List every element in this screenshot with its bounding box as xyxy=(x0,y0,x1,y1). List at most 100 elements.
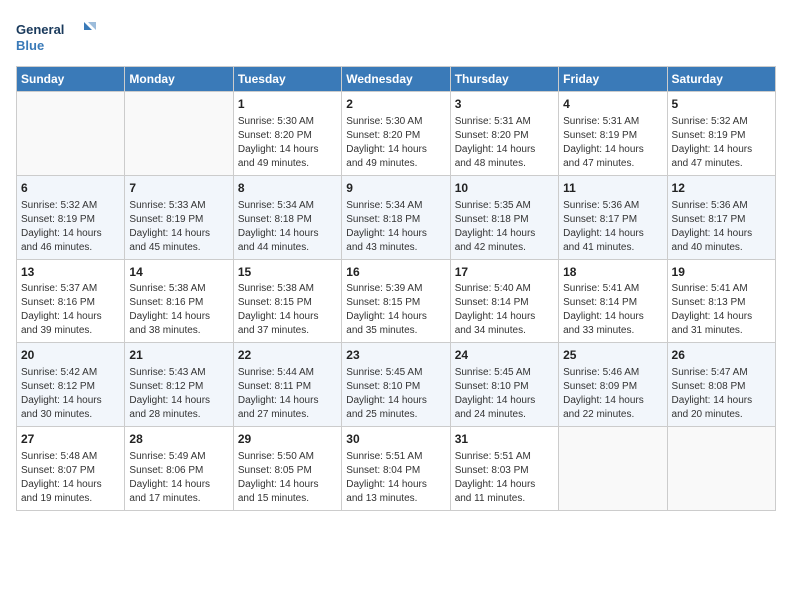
calendar-cell: 24 Sunrise: 5:45 AM Sunset: 8:10 PM Dayli… xyxy=(450,343,558,427)
day-info: Sunrise: 5:51 AM Sunset: 8:04 PM Dayligh… xyxy=(346,450,445,506)
calendar-table: SundayMondayTuesdayWednesdayThursdayFrid… xyxy=(16,66,776,511)
calendar-header-row: SundayMondayTuesdayWednesdayThursdayFrid… xyxy=(17,67,776,92)
day-info: Sunrise: 5:50 AM Sunset: 8:05 PM Dayligh… xyxy=(238,450,337,506)
col-header-sunday: Sunday xyxy=(17,67,125,92)
col-header-wednesday: Wednesday xyxy=(342,67,450,92)
day-number: 8 xyxy=(238,180,337,197)
day-info: Sunrise: 5:33 AM Sunset: 8:19 PM Dayligh… xyxy=(129,199,228,255)
day-number: 17 xyxy=(455,264,554,281)
day-info: Sunrise: 5:31 AM Sunset: 8:20 PM Dayligh… xyxy=(455,115,554,171)
svg-text:Blue: Blue xyxy=(16,38,44,53)
day-number: 31 xyxy=(455,431,554,448)
day-info: Sunrise: 5:45 AM Sunset: 8:10 PM Dayligh… xyxy=(455,366,554,422)
day-number: 28 xyxy=(129,431,228,448)
calendar-cell: 7Sunrise: 5:33 AM Sunset: 8:19 PM Daylig… xyxy=(125,175,233,259)
col-header-tuesday: Tuesday xyxy=(233,67,341,92)
day-info: Sunrise: 5:32 AM Sunset: 8:19 PM Dayligh… xyxy=(21,199,120,255)
calendar-cell: 1 Sunrise: 5:30 AM Sunset: 8:20 PM Daylig… xyxy=(233,92,341,176)
day-info: Sunrise: 5:44 AM Sunset: 8:11 PM Dayligh… xyxy=(238,366,337,422)
calendar-week-row: 6 Sunrise: 5:32 AM Sunset: 8:19 PM Daylig… xyxy=(17,175,776,259)
day-number: 27 xyxy=(21,431,120,448)
calendar-cell: 16Sunrise: 5:39 AM Sunset: 8:15 PM Dayli… xyxy=(342,259,450,343)
calendar-cell: 15Sunrise: 5:38 AM Sunset: 8:15 PM Dayli… xyxy=(233,259,341,343)
day-number: 30 xyxy=(346,431,445,448)
calendar-cell: 5Sunrise: 5:32 AM Sunset: 8:19 PM Daylig… xyxy=(667,92,775,176)
calendar-cell: 17Sunrise: 5:40 AM Sunset: 8:14 PM Dayli… xyxy=(450,259,558,343)
calendar-cell: 10 Sunrise: 5:35 AM Sunset: 8:18 PM Dayli… xyxy=(450,175,558,259)
day-info: Sunrise: 5:48 AM Sunset: 8:07 PM Dayligh… xyxy=(21,450,120,506)
calendar-cell xyxy=(559,427,667,511)
day-info: Sunrise: 5:30 AM Sunset: 8:20 PM Dayligh… xyxy=(238,115,337,171)
calendar-cell: 28 Sunrise: 5:49 AM Sunset: 8:06 PM Dayli… xyxy=(125,427,233,511)
day-number: 29 xyxy=(238,431,337,448)
day-info: Sunrise: 5:32 AM Sunset: 8:19 PM Dayligh… xyxy=(672,115,771,171)
day-info: Sunrise: 5:39 AM Sunset: 8:15 PM Dayligh… xyxy=(346,282,445,338)
day-info: Sunrise: 5:51 AM Sunset: 8:03 PM Dayligh… xyxy=(455,450,554,506)
calendar-cell xyxy=(17,92,125,176)
day-info: Sunrise: 5:43 AM Sunset: 8:12 PM Dayligh… xyxy=(129,366,228,422)
day-number: 26 xyxy=(672,347,771,364)
calendar-cell: 14Sunrise: 5:38 AM Sunset: 8:16 PM Dayli… xyxy=(125,259,233,343)
day-number: 10 xyxy=(455,180,554,197)
svg-text:General: General xyxy=(16,22,64,37)
day-info: Sunrise: 5:38 AM Sunset: 8:16 PM Dayligh… xyxy=(129,282,228,338)
day-number: 9 xyxy=(346,180,445,197)
calendar-cell: 20Sunrise: 5:42 AM Sunset: 8:12 PM Dayli… xyxy=(17,343,125,427)
calendar-cell: 18Sunrise: 5:41 AM Sunset: 8:14 PM Dayli… xyxy=(559,259,667,343)
calendar-cell: 25Sunrise: 5:46 AM Sunset: 8:09 PM Dayli… xyxy=(559,343,667,427)
day-info: Sunrise: 5:47 AM Sunset: 8:08 PM Dayligh… xyxy=(672,366,771,422)
calendar-cell: 4Sunrise: 5:31 AM Sunset: 8:19 PM Daylig… xyxy=(559,92,667,176)
calendar-week-row: 1 Sunrise: 5:30 AM Sunset: 8:20 PM Daylig… xyxy=(17,92,776,176)
day-info: Sunrise: 5:49 AM Sunset: 8:06 PM Dayligh… xyxy=(129,450,228,506)
calendar-cell: 29 Sunrise: 5:50 AM Sunset: 8:05 PM Dayli… xyxy=(233,427,341,511)
calendar-cell: 30 Sunrise: 5:51 AM Sunset: 8:04 PM Dayli… xyxy=(342,427,450,511)
calendar-cell: 9 Sunrise: 5:34 AM Sunset: 8:18 PM Daylig… xyxy=(342,175,450,259)
calendar-cell: 13Sunrise: 5:37 AM Sunset: 8:16 PM Dayli… xyxy=(17,259,125,343)
day-info: Sunrise: 5:36 AM Sunset: 8:17 PM Dayligh… xyxy=(563,199,662,255)
calendar-cell: 21Sunrise: 5:43 AM Sunset: 8:12 PM Dayli… xyxy=(125,343,233,427)
col-header-friday: Friday xyxy=(559,67,667,92)
day-info: Sunrise: 5:36 AM Sunset: 8:17 PM Dayligh… xyxy=(672,199,771,255)
calendar-cell: 19Sunrise: 5:41 AM Sunset: 8:13 PM Dayli… xyxy=(667,259,775,343)
day-number: 6 xyxy=(21,180,120,197)
day-info: Sunrise: 5:35 AM Sunset: 8:18 PM Dayligh… xyxy=(455,199,554,255)
calendar-cell: 22 Sunrise: 5:44 AM Sunset: 8:11 PM Dayli… xyxy=(233,343,341,427)
day-info: Sunrise: 5:31 AM Sunset: 8:19 PM Dayligh… xyxy=(563,115,662,171)
day-number: 18 xyxy=(563,264,662,281)
day-info: Sunrise: 5:38 AM Sunset: 8:15 PM Dayligh… xyxy=(238,282,337,338)
page-header: General Blue xyxy=(16,16,776,56)
day-number: 23 xyxy=(346,347,445,364)
day-info: Sunrise: 5:37 AM Sunset: 8:16 PM Dayligh… xyxy=(21,282,120,338)
calendar-cell: 26 Sunrise: 5:47 AM Sunset: 8:08 PM Dayli… xyxy=(667,343,775,427)
calendar-cell: 31 Sunrise: 5:51 AM Sunset: 8:03 PM Dayli… xyxy=(450,427,558,511)
day-info: Sunrise: 5:45 AM Sunset: 8:10 PM Dayligh… xyxy=(346,366,445,422)
day-number: 15 xyxy=(238,264,337,281)
day-number: 12 xyxy=(672,180,771,197)
day-number: 22 xyxy=(238,347,337,364)
day-info: Sunrise: 5:41 AM Sunset: 8:13 PM Dayligh… xyxy=(672,282,771,338)
calendar-cell: 8 Sunrise: 5:34 AM Sunset: 8:18 PM Daylig… xyxy=(233,175,341,259)
calendar-cell: 11 Sunrise: 5:36 AM Sunset: 8:17 PM Dayli… xyxy=(559,175,667,259)
col-header-thursday: Thursday xyxy=(450,67,558,92)
calendar-week-row: 20Sunrise: 5:42 AM Sunset: 8:12 PM Dayli… xyxy=(17,343,776,427)
day-info: Sunrise: 5:41 AM Sunset: 8:14 PM Dayligh… xyxy=(563,282,662,338)
calendar-cell: 27 Sunrise: 5:48 AM Sunset: 8:07 PM Dayli… xyxy=(17,427,125,511)
col-header-monday: Monday xyxy=(125,67,233,92)
day-number: 11 xyxy=(563,180,662,197)
day-info: Sunrise: 5:42 AM Sunset: 8:12 PM Dayligh… xyxy=(21,366,120,422)
day-number: 14 xyxy=(129,264,228,281)
calendar-week-row: 27 Sunrise: 5:48 AM Sunset: 8:07 PM Dayli… xyxy=(17,427,776,511)
calendar-cell xyxy=(667,427,775,511)
day-number: 25 xyxy=(563,347,662,364)
day-info: Sunrise: 5:34 AM Sunset: 8:18 PM Dayligh… xyxy=(238,199,337,255)
day-number: 16 xyxy=(346,264,445,281)
calendar-cell: 23 Sunrise: 5:45 AM Sunset: 8:10 PM Dayli… xyxy=(342,343,450,427)
day-number: 1 xyxy=(238,96,337,113)
day-info: Sunrise: 5:34 AM Sunset: 8:18 PM Dayligh… xyxy=(346,199,445,255)
calendar-cell xyxy=(125,92,233,176)
calendar-cell: 12 Sunrise: 5:36 AM Sunset: 8:17 PM Dayli… xyxy=(667,175,775,259)
day-number: 3 xyxy=(455,96,554,113)
logo-svg: General Blue xyxy=(16,16,96,56)
day-number: 24 xyxy=(455,347,554,364)
col-header-saturday: Saturday xyxy=(667,67,775,92)
